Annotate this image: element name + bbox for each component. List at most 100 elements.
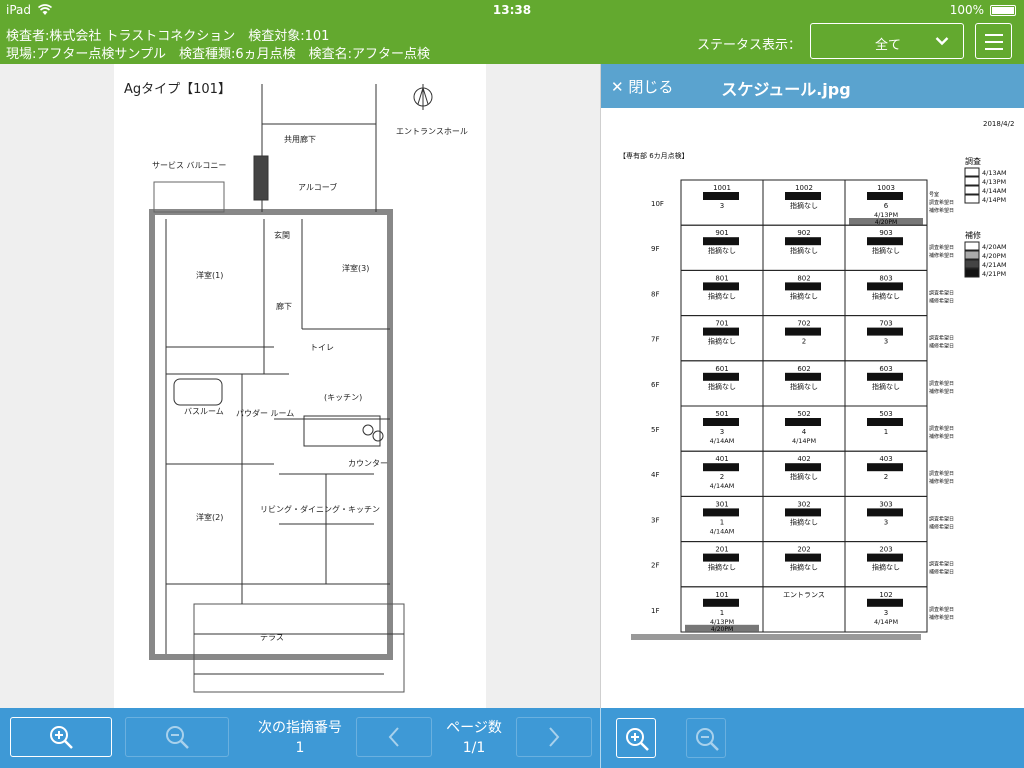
redacted-name	[703, 418, 739, 426]
side-label: 補修希望日	[929, 478, 954, 485]
next-page-button[interactable]	[516, 717, 592, 757]
room-number: 1001	[713, 184, 731, 192]
legend-survey-item: 4/13AM	[982, 169, 1007, 177]
redacted-name	[703, 327, 739, 336]
side-label: 補修希望日	[929, 343, 954, 350]
app-header: 検査者:株式会社 トラストコネクション 検査対象:101 現場:アフター点検サン…	[0, 20, 1024, 64]
side-label: 調査希望日	[929, 606, 954, 613]
redacted-name	[867, 327, 903, 336]
room-toilet: トイレ	[310, 343, 334, 352]
finding-count: 指摘なし	[790, 246, 818, 255]
viewer-title: スケジュール.jpg	[721, 80, 851, 99]
footer-divider	[600, 708, 601, 768]
finding-count: 4	[802, 428, 807, 436]
room-number: 401	[715, 455, 728, 463]
finding-count: 指摘なし	[872, 563, 900, 572]
redacted-name	[867, 192, 903, 200]
room-kitchen: (キッチン)	[324, 393, 362, 402]
room-number: 603	[879, 365, 892, 373]
zoom-out-button[interactable]	[125, 717, 229, 757]
legend-repair-title: 補修	[965, 230, 981, 240]
room-ldk: リビング・ダイニング・キッチン	[260, 504, 380, 514]
hamburger-icon	[985, 34, 1003, 36]
room-number: 402	[797, 455, 810, 463]
finding-count: 6	[884, 202, 889, 210]
survey-date: 4/14PM	[874, 618, 898, 626]
menu-button[interactable]	[975, 23, 1012, 59]
clock: 13:38	[492, 3, 532, 17]
viewer-zoom-out-button[interactable]	[686, 718, 726, 758]
redacted-name	[703, 372, 739, 381]
side-label: 調査希望日	[929, 380, 954, 387]
legend-repair-item: 4/21AM	[982, 261, 1007, 269]
viewer-zoom-in-button[interactable]	[616, 718, 656, 758]
finding-count: 指摘なし	[790, 291, 818, 300]
room-roka: 廊下	[276, 301, 292, 311]
redacted-name	[703, 463, 739, 472]
room-counter: カウンター	[348, 459, 388, 468]
legend-swatch	[964, 241, 980, 251]
viewer-header: ✕ 閉じる スケジュール.jpg	[601, 64, 1024, 108]
finding-count: 指摘なし	[708, 563, 736, 572]
redacted-name	[703, 192, 739, 200]
room-number: 301	[715, 500, 728, 508]
status-filter-label: ステータス表示：	[697, 38, 802, 53]
room-number: 601	[715, 365, 728, 373]
redacted-name	[785, 463, 821, 472]
finding-count: 3	[884, 518, 888, 526]
schedule-image[interactable]: 2018/4/2 【専有部 6カ月点検】 10F 1001 3 1002 指摘なし 100…	[601, 108, 1024, 708]
status-filter-select[interactable]: 全て	[810, 23, 964, 59]
side-label: 補修希望日	[929, 614, 954, 621]
floor-label: 1F	[651, 607, 659, 615]
zoom-in-icon	[50, 726, 73, 749]
floor-label: 6F	[651, 381, 659, 389]
legend-swatch	[964, 259, 980, 269]
side-label: 補修希望日	[929, 207, 954, 214]
schedule-date: 2018/4/2	[983, 120, 1014, 128]
redacted-name	[867, 463, 903, 472]
side-label: 補修希望日	[929, 433, 954, 440]
finding-count: 指摘なし	[790, 563, 818, 572]
room-number: 901	[715, 229, 728, 237]
room-yoshitsu1: 洋室(1)	[196, 270, 223, 280]
finding-count: 指摘なし	[708, 337, 736, 346]
chevron-left-icon	[388, 727, 399, 747]
legend-survey-item: 4/13PM	[982, 178, 1006, 186]
finding-count: 3	[884, 609, 888, 617]
survey-date: 4/13PM	[710, 618, 734, 626]
redacted-name	[867, 508, 903, 517]
redacted-name	[785, 508, 821, 517]
legend-survey-title: 調査	[965, 156, 981, 166]
side-label: 調査希望日	[929, 289, 954, 296]
repair-date: 4/20PM	[711, 626, 733, 633]
room-number: 303	[879, 500, 892, 508]
image-viewer: ✕ 閉じる スケジュール.jpg 2018/4/2 【専有部 6カ月点検】 10…	[600, 64, 1024, 708]
legend-swatch	[964, 194, 980, 204]
side-label: 調査希望日	[929, 470, 954, 477]
survey-date: 4/14AM	[710, 527, 735, 535]
zoom-in-button[interactable]	[10, 717, 112, 757]
finding-count: 2	[884, 473, 888, 481]
room-number: 502	[797, 410, 810, 418]
room-number: 801	[715, 274, 728, 282]
schedule-drawing: 2018/4/2 【専有部 6カ月点検】 10F 1001 3 1002 指摘なし 100…	[619, 120, 1014, 640]
status-bar: iPad 13:38 100%	[0, 0, 1024, 20]
floorplan-drawing: Agタイプ【101】 共用廊下 アルコーブ エントランスホール サービス バルコ…	[124, 82, 468, 693]
side-label: 調査希望日	[929, 425, 954, 432]
room-number: 302	[797, 500, 810, 508]
redacted-name	[785, 327, 821, 336]
room-number: 501	[715, 410, 728, 418]
next-finding-label: 次の指摘番号	[258, 720, 342, 736]
redacted-name	[867, 553, 903, 562]
floorplan-image[interactable]: Agタイプ【101】 共用廊下 アルコーブ エントランスホール サービス バルコ…	[114, 64, 486, 708]
side-label: 調査希望日	[929, 199, 954, 206]
room-terrace: テラス	[260, 633, 284, 642]
inspection-info-line2: 現場:アフター点検サンプル 検査種類:6ヵ月点検 検査名:アフター点検	[6, 47, 431, 62]
room-genkan: 玄関	[274, 230, 290, 240]
zoom-out-icon	[696, 728, 719, 751]
room-number: 102	[879, 591, 892, 599]
side-label: 補修希望日	[929, 388, 954, 395]
legend-swatch	[964, 250, 980, 260]
redacted-name	[867, 282, 903, 291]
room-number: 902	[797, 229, 810, 237]
